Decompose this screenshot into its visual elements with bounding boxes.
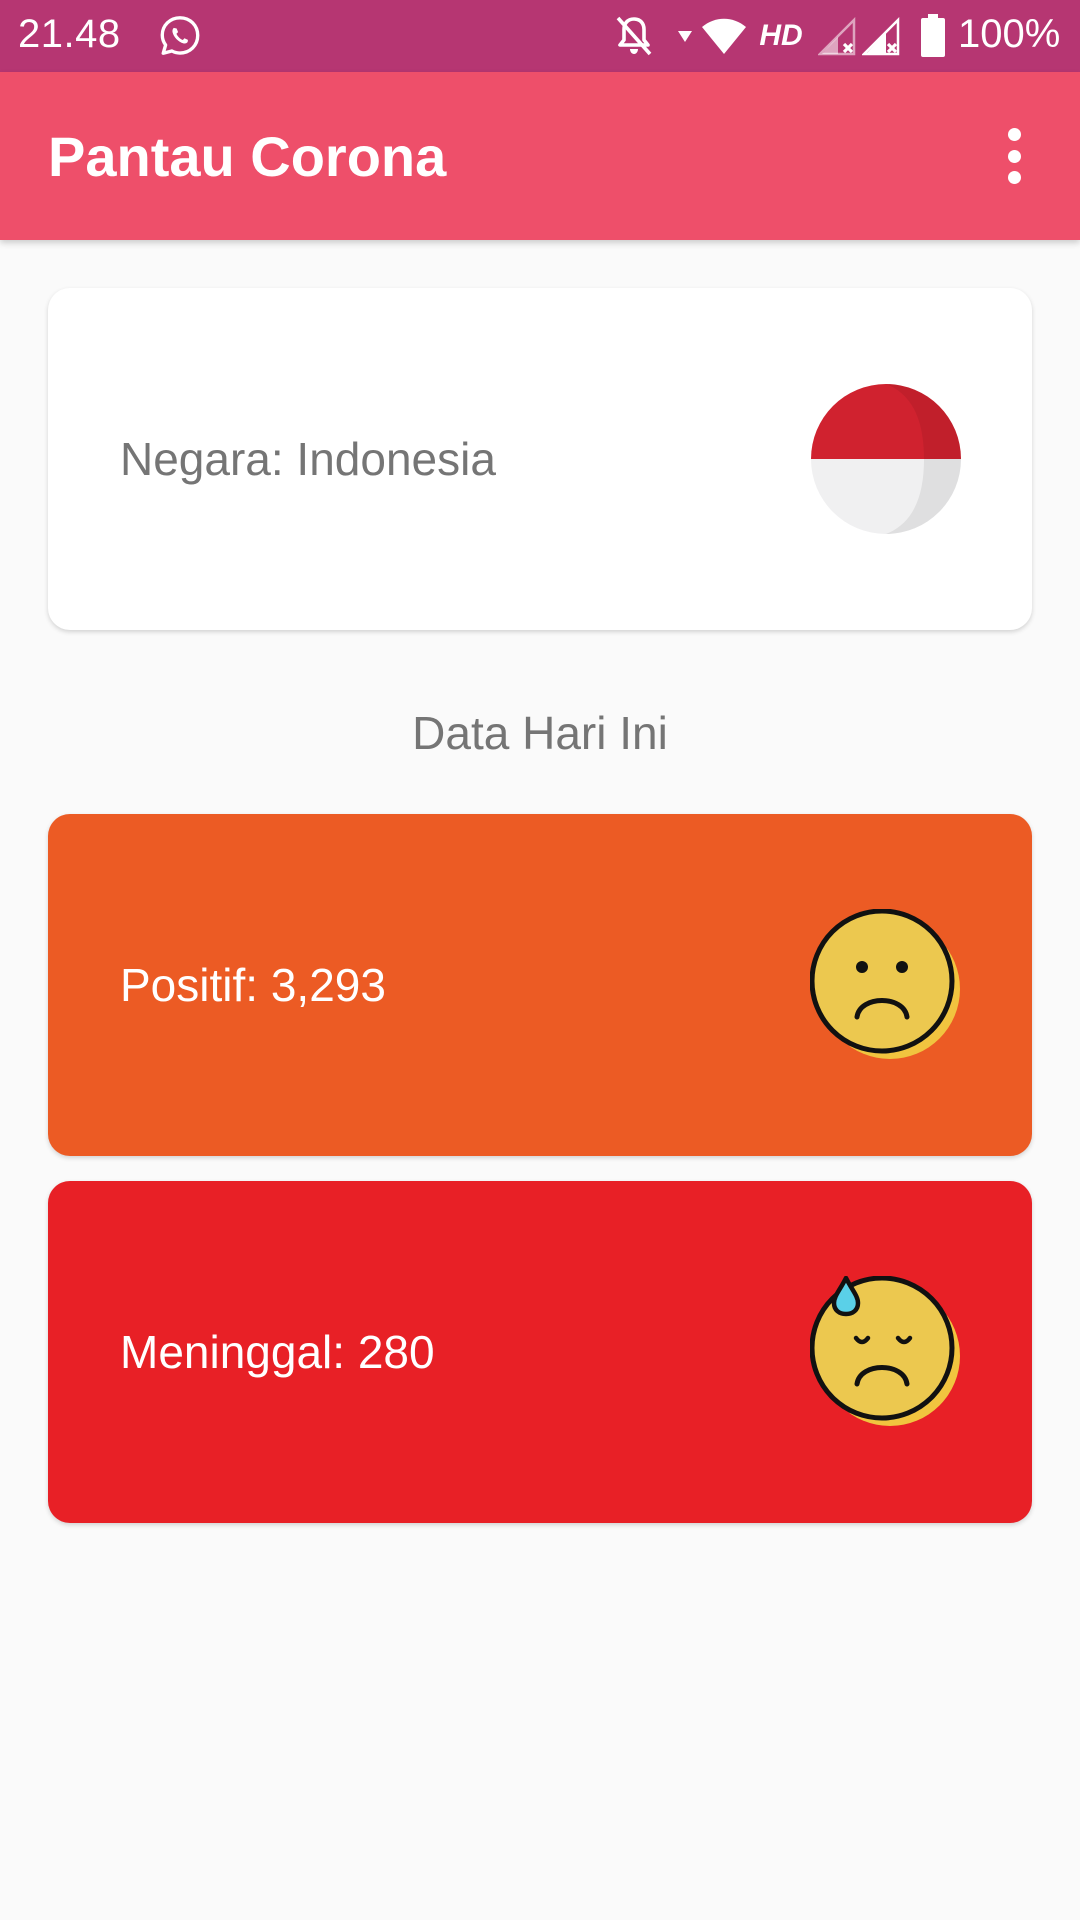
- data-arrow-icon: [674, 12, 696, 60]
- status-bar: 21.48 HD 100%: [0, 0, 1080, 72]
- signal-icon: [862, 12, 900, 60]
- status-time: 21.48: [18, 12, 121, 56]
- death-card[interactable]: Meninggal: 280: [48, 1181, 1032, 1523]
- hd-label: HD: [759, 19, 803, 52]
- battery-percentage: 100%: [958, 12, 1061, 56]
- country-card[interactable]: Negara: Indonesia: [48, 288, 1032, 630]
- sad-sweat-face-icon: [809, 1275, 962, 1428]
- whatsapp-icon: [156, 12, 204, 60]
- indonesia-flag-icon: [810, 383, 962, 535]
- battery-icon: [920, 12, 946, 60]
- more-vertical-icon: [1007, 128, 1021, 141]
- positive-card[interactable]: Positif: 3,293: [48, 814, 1032, 1156]
- country-label: Negara: Indonesia: [120, 433, 496, 485]
- frowning-face-icon: [809, 908, 962, 1061]
- app-bar: Pantau Corona: [0, 72, 1080, 240]
- signal-icon: [818, 12, 856, 60]
- positive-label: Positif: 3,293: [120, 959, 386, 1011]
- death-label: Meninggal: 280: [120, 1326, 435, 1378]
- more-options-button[interactable]: [990, 122, 1038, 190]
- section-title: Data Hari Ini: [412, 707, 668, 759]
- app-title: Pantau Corona: [48, 125, 447, 188]
- mute-icon: [610, 12, 658, 60]
- wifi-icon: [700, 12, 748, 60]
